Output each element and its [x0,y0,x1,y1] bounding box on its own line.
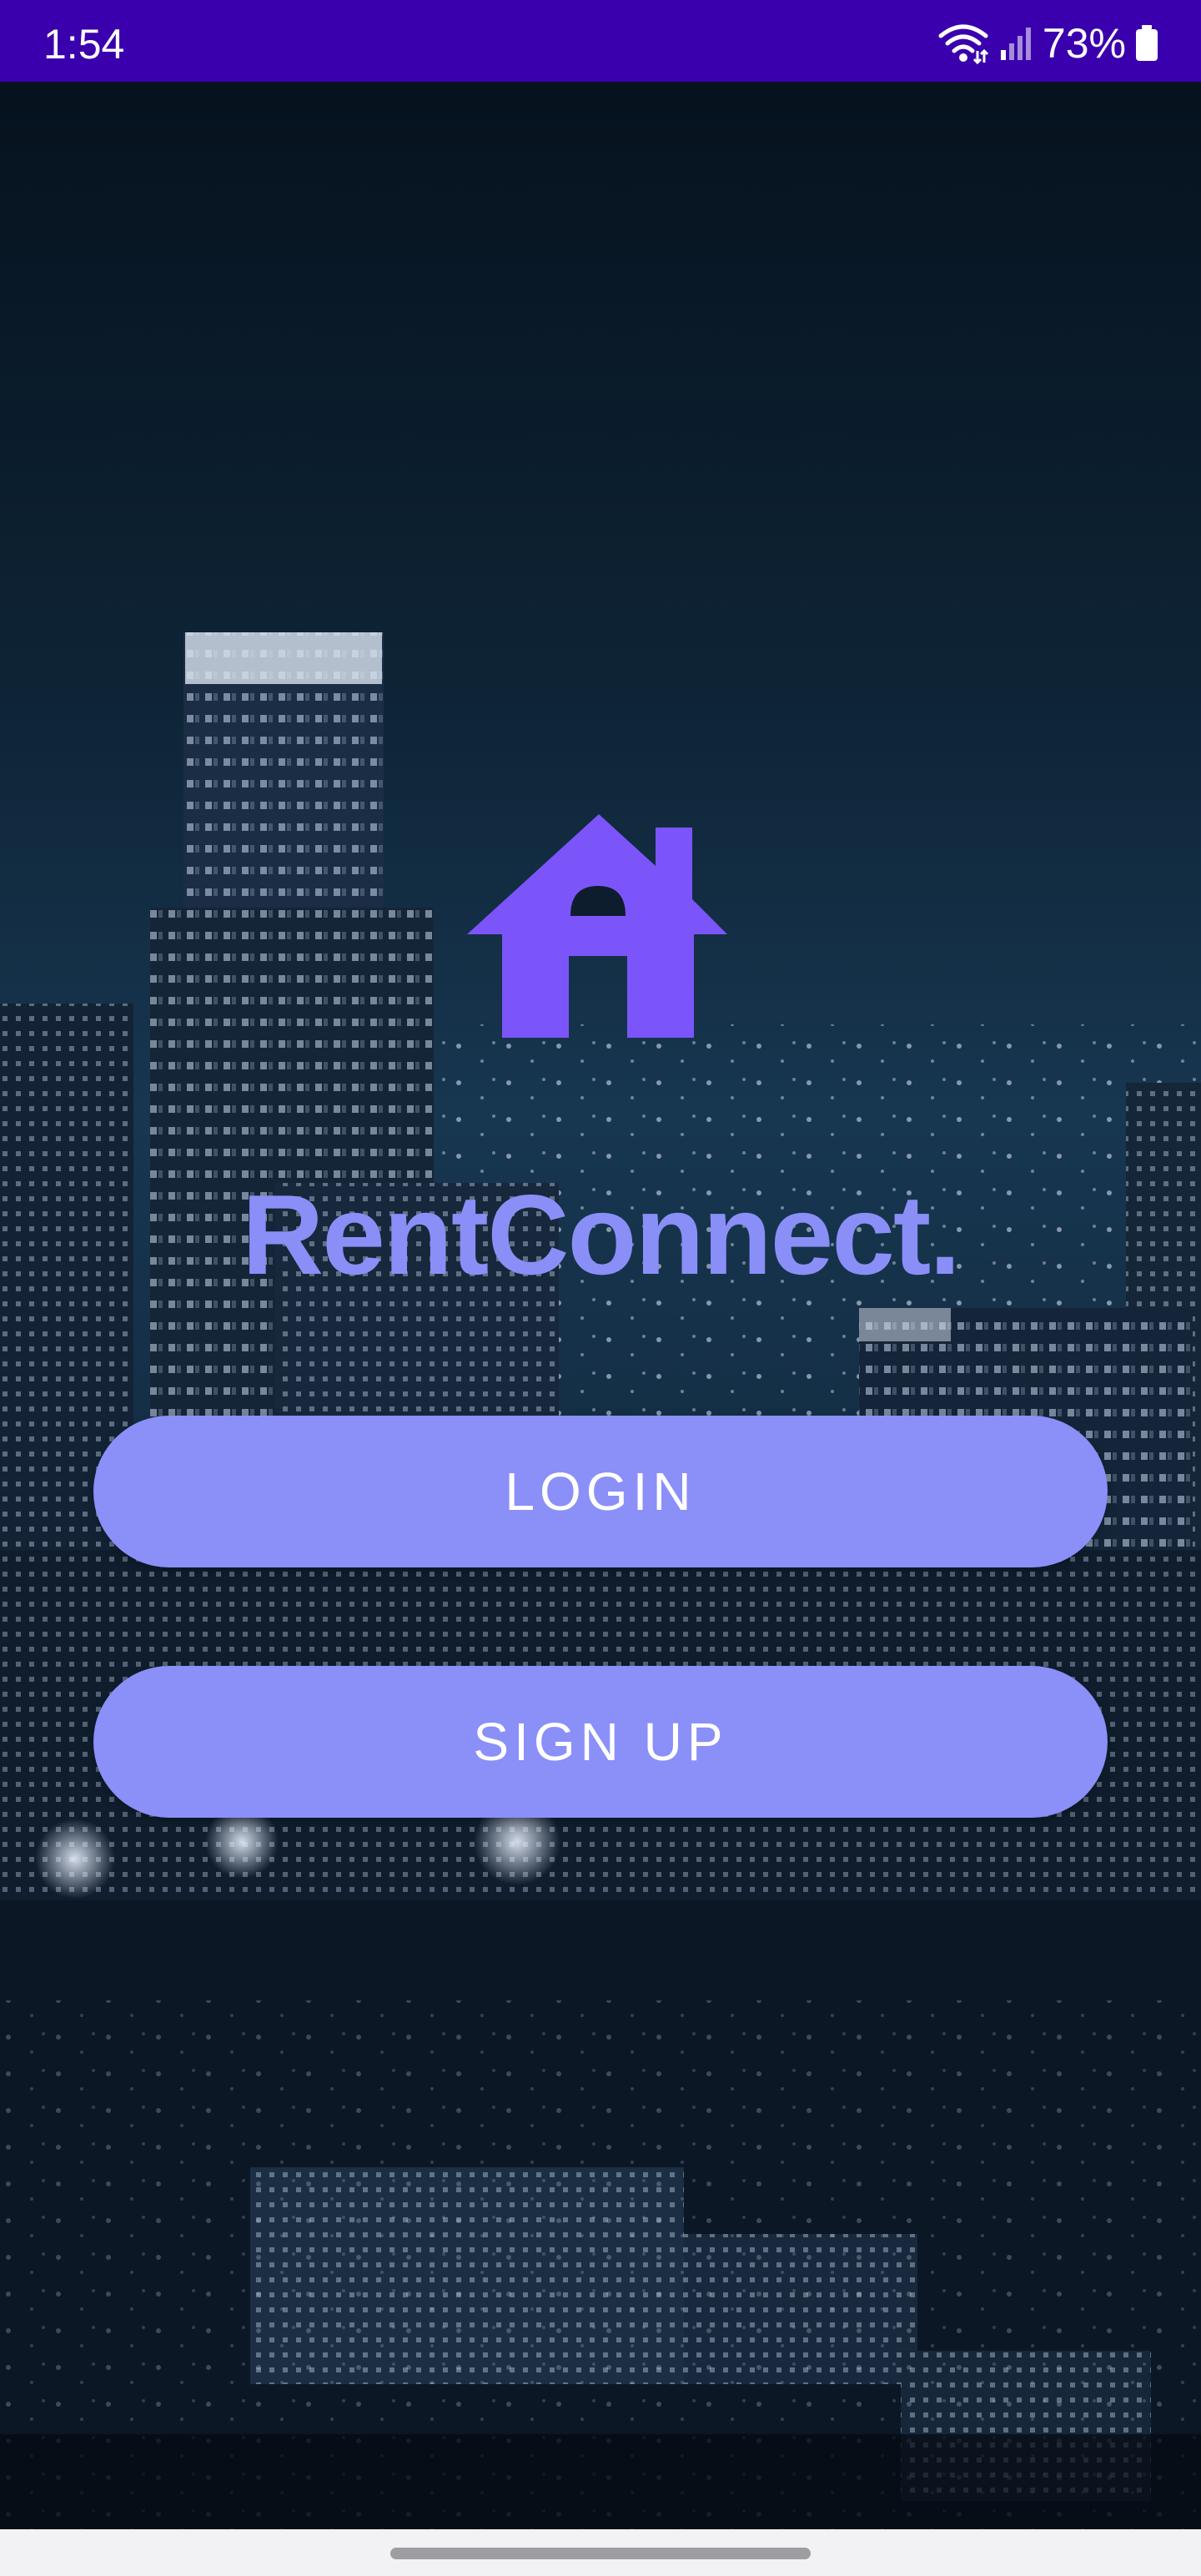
gesture-handle-icon[interactable] [390,2548,811,2559]
welcome-screen: 1:54 73% RentConnect. LOGIN SIGN UP [0,0,1201,2576]
brand-title: RentConnect. [242,1171,961,1298]
status-time: 1:54 [43,21,125,68]
login-button[interactable]: LOGIN [93,1416,1108,1567]
wifi-icon [938,24,988,64]
status-icons: 73% [937,20,1159,67]
battery-icon [1136,25,1158,61]
status-bar: 1:54 73% [0,0,1201,82]
battery-percent: 73% [1042,20,1126,67]
signup-button[interactable]: SIGN UP [93,1666,1108,1818]
house-icon [467,814,727,1038]
city-skyline-background [0,82,1201,2529]
cell-signal-icon [1000,28,1031,60]
navigation-bar [0,2529,1201,2576]
